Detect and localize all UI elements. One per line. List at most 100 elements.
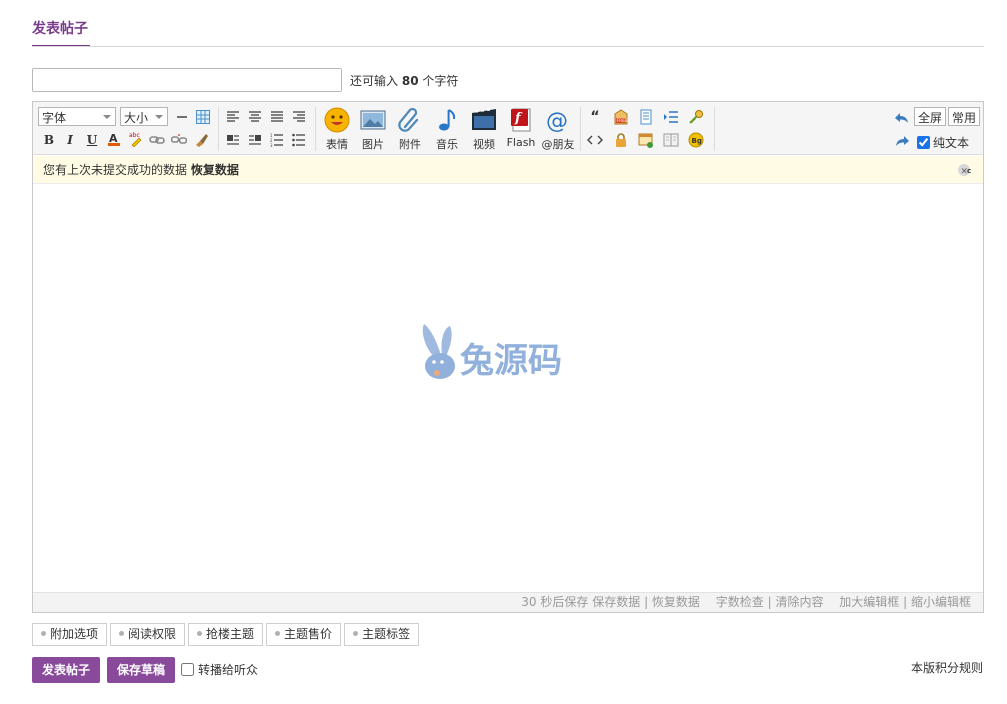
- underline-icon[interactable]: U: [84, 132, 100, 148]
- background-color-icon[interactable]: Bg: [688, 132, 704, 148]
- submit-post-button[interactable]: 发表帖子: [32, 657, 100, 683]
- float-right-icon[interactable]: [247, 132, 263, 148]
- toolbar-separator: [714, 107, 715, 151]
- align-left-icon[interactable]: [225, 109, 241, 125]
- autosave-countdown: 30: [521, 595, 537, 609]
- hint-count: 80: [401, 74, 419, 88]
- tab-label: 主题售价: [284, 627, 333, 641]
- svg-text:Bg: Bg: [692, 137, 702, 145]
- align-justify-icon[interactable]: [269, 109, 285, 125]
- columns-icon[interactable]: [663, 132, 679, 148]
- save-draft-button[interactable]: 保存草稿: [107, 657, 175, 683]
- insert-attachment-button[interactable]: 附件: [392, 107, 428, 151]
- video-label: 视频: [473, 138, 495, 151]
- video-icon: [472, 108, 496, 130]
- tab-thread-tags[interactable]: 主题标签: [344, 623, 420, 646]
- free-icon[interactable]: FREE: [613, 109, 629, 125]
- autosave-text: 秒后保存: [540, 595, 589, 609]
- editor-toolbar: 字体 大小 B I U A abc 1 2 3 表情 图片 附件 音乐 视频 f…: [33, 102, 983, 155]
- redo-icon[interactable]: [894, 133, 910, 149]
- save-data-link[interactable]: 保存数据: [592, 595, 640, 609]
- insert-image-button[interactable]: 图片: [355, 107, 391, 151]
- broadcast-toggle[interactable]: 转播给听众: [181, 661, 258, 678]
- tab-label: 附加选项: [50, 627, 99, 641]
- word-check-link[interactable]: 字数检查: [716, 595, 764, 609]
- attachment-label: 附件: [399, 138, 421, 151]
- undo-icon[interactable]: [894, 110, 910, 126]
- shrink-editor-link[interactable]: 缩小编辑框: [911, 595, 971, 609]
- align-center-icon[interactable]: [247, 109, 263, 125]
- ordered-list-icon[interactable]: 123: [269, 132, 285, 148]
- insert-window-icon[interactable]: [638, 132, 654, 148]
- tab-post-thread[interactable]: 发表帖子: [32, 18, 88, 38]
- insert-video-button[interactable]: 视频: [466, 107, 502, 151]
- italic-icon[interactable]: I: [62, 132, 78, 148]
- bold-icon[interactable]: B: [41, 132, 57, 148]
- font-select[interactable]: 字体: [38, 107, 116, 126]
- page-break-icon[interactable]: [638, 109, 654, 125]
- mention-friend-button[interactable]: @ @朋友: [540, 107, 576, 151]
- plain-text-checkbox[interactable]: [916, 136, 930, 149]
- common-mode-label: 常用: [952, 111, 977, 125]
- tab-thread-price[interactable]: 主题售价: [266, 623, 342, 646]
- unordered-list-icon[interactable]: [291, 132, 307, 148]
- flash-label: Flash: [506, 136, 536, 149]
- align-right-icon[interactable]: [291, 109, 307, 125]
- toolbar-separator: [580, 107, 581, 151]
- size-select[interactable]: 大小: [120, 107, 168, 126]
- insert-emoticon-button[interactable]: 表情: [319, 107, 355, 151]
- font-color-icon[interactable]: A: [106, 131, 122, 147]
- tab-label: 阅读权限: [128, 627, 177, 641]
- restore-data-link[interactable]: 恢复数据: [191, 163, 239, 177]
- broadcast-checkbox[interactable]: [181, 663, 194, 676]
- toolbar-separator: [315, 107, 316, 151]
- forum-credit-rules-link[interactable]: 本版积分规则: [911, 659, 983, 676]
- tab-read-permission[interactable]: 阅读权限: [110, 623, 186, 646]
- font-select-label: 字体: [42, 111, 67, 125]
- insert-music-button[interactable]: 音乐: [429, 107, 465, 151]
- table-icon[interactable]: [195, 109, 211, 125]
- music-icon: [439, 109, 456, 131]
- unlink-icon[interactable]: [170, 132, 188, 148]
- smiley-icon: [324, 107, 350, 133]
- plain-text-toggle[interactable]: 纯文本: [916, 134, 969, 151]
- tab-label: 主题标签: [362, 627, 411, 641]
- common-mode-button[interactable]: 常用: [948, 107, 981, 126]
- tab-floor-grab[interactable]: 抢楼主题: [188, 623, 264, 646]
- svg-text:c: c: [967, 167, 971, 175]
- close-notice-icon[interactable]: ×c: [957, 163, 973, 177]
- index-list-icon[interactable]: [663, 109, 679, 125]
- size-select-label: 大小: [124, 111, 149, 125]
- password-key-icon[interactable]: [688, 109, 704, 125]
- notice-text: 您有上次未提交成功的数据: [43, 163, 188, 177]
- insert-flash-button[interactable]: f Flash: [503, 107, 539, 151]
- link-icon[interactable]: [149, 132, 165, 148]
- hint-prefix: 还可输入: [350, 74, 399, 88]
- tab-extra-options[interactable]: 附加选项: [32, 623, 108, 646]
- hide-lock-icon[interactable]: [613, 132, 629, 148]
- editor-status-bar: 30 秒后保存 保存数据 | 恢复数据 字数检查 | 清除内容 加大编辑框 | …: [33, 592, 983, 612]
- svg-text:FREE: FREE: [617, 118, 629, 124]
- clear-content-link[interactable]: 清除内容: [775, 595, 823, 609]
- fullscreen-button[interactable]: 全屏: [914, 107, 947, 126]
- char-count-hint: 还可输入 80 个字符: [350, 72, 458, 89]
- broadcast-label: 转播给听众: [198, 663, 259, 677]
- float-left-icon[interactable]: [225, 132, 241, 148]
- watermark-logo: 兔源码: [422, 324, 562, 381]
- highlight-icon[interactable]: abc: [128, 131, 144, 148]
- mention-label: @朋友: [541, 138, 575, 151]
- clear-format-icon[interactable]: [193, 131, 209, 147]
- restore-data-status-link[interactable]: 恢复数据: [652, 595, 700, 609]
- quote-icon[interactable]: “: [587, 109, 603, 125]
- watermark-text: 兔源码: [460, 341, 562, 381]
- svg-text:abc: abc: [129, 132, 140, 139]
- fullscreen-label: 全屏: [918, 111, 943, 125]
- subject-input[interactable]: [32, 68, 342, 92]
- code-icon[interactable]: [587, 132, 603, 148]
- horizontal-rule-icon[interactable]: [174, 109, 190, 125]
- rich-text-editor: 字体 大小 B I U A abc 1 2 3 表情 图片 附件 音乐 视频 f…: [32, 101, 984, 613]
- emoticon-label: 表情: [326, 138, 348, 151]
- enlarge-editor-link[interactable]: 加大编辑框: [839, 595, 899, 609]
- editor-content-area[interactable]: 兔源码: [33, 185, 983, 593]
- svg-text:3: 3: [270, 143, 273, 148]
